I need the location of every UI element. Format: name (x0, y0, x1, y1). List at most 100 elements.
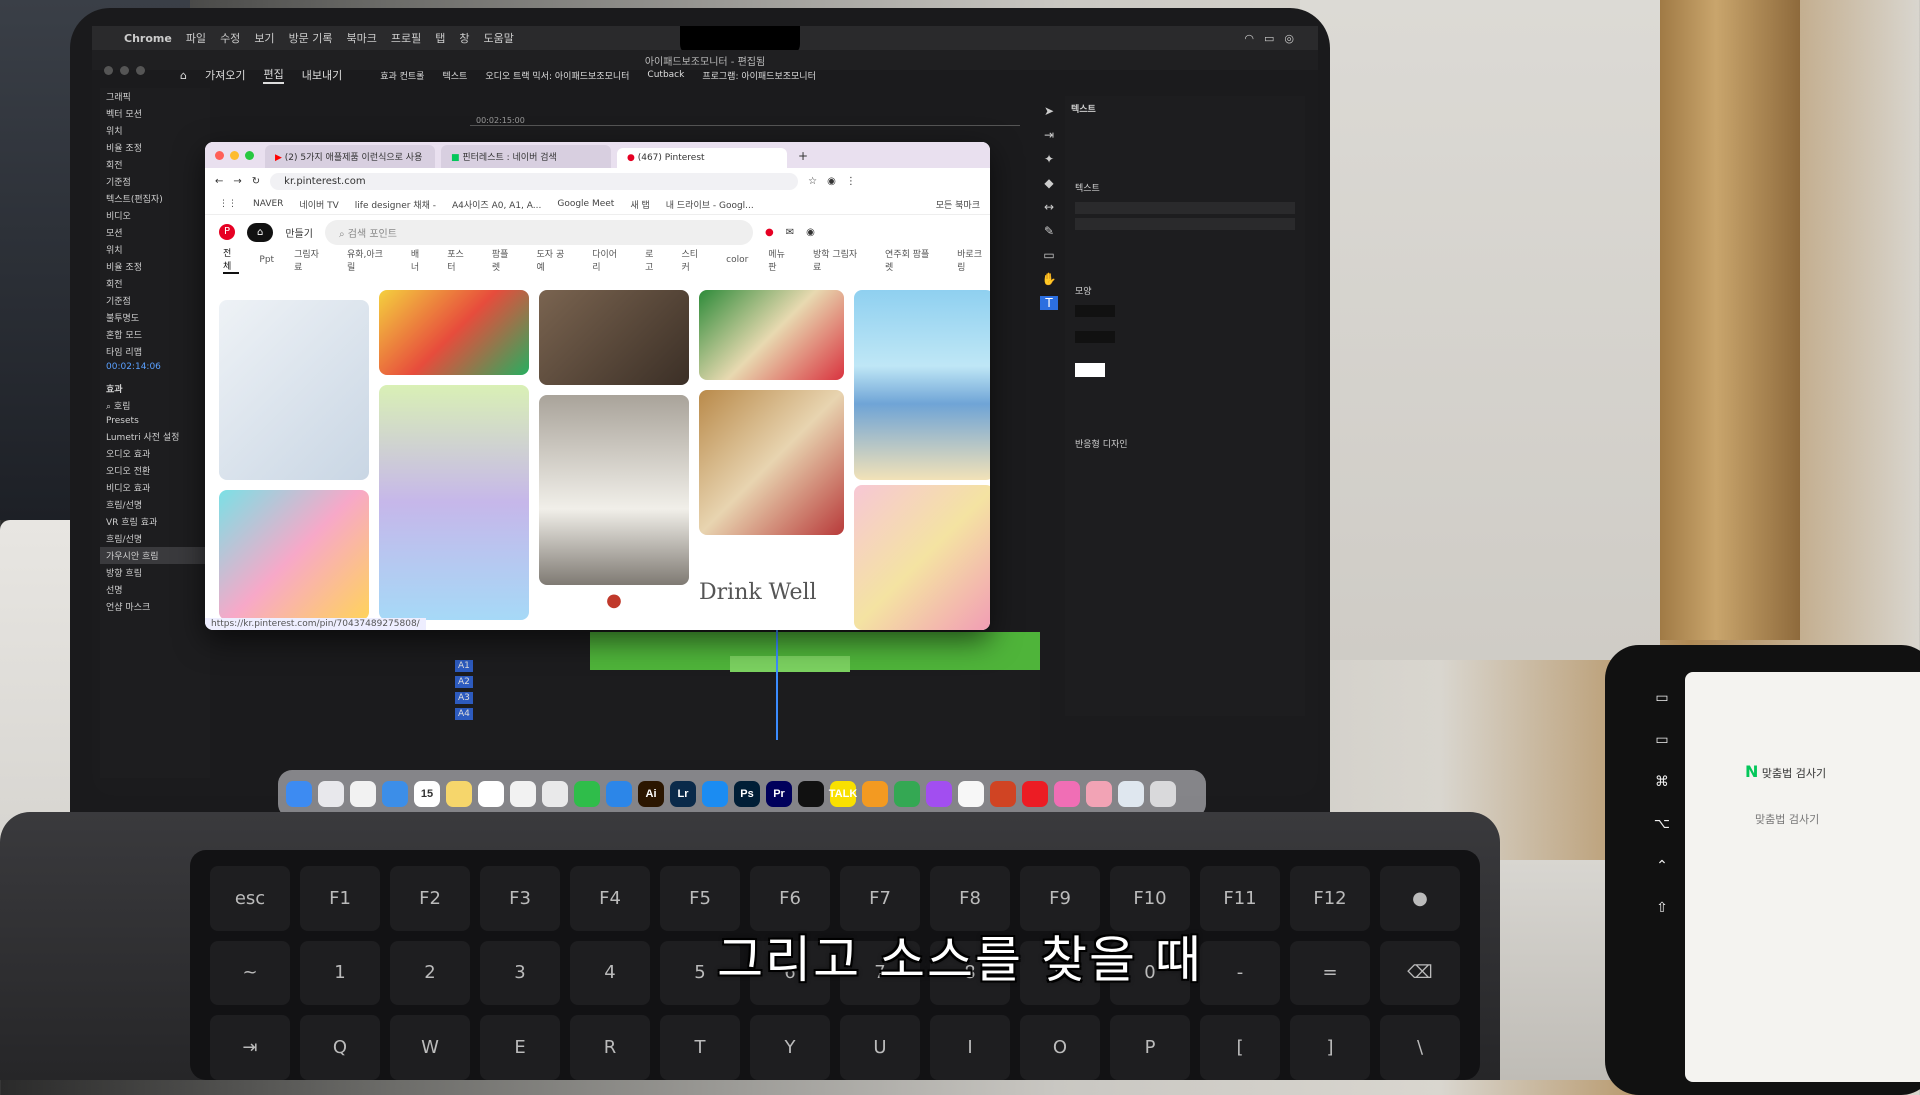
key[interactable]: W (390, 1015, 470, 1080)
notifications-icon[interactable]: ● (765, 227, 774, 238)
reminders-icon[interactable] (478, 781, 504, 807)
option-icon[interactable]: ⌥ (1654, 816, 1670, 832)
bookmark[interactable]: 내 드라이브 - Googl... (666, 198, 754, 211)
tablet-item[interactable]: 맞춤법 검사기 (1685, 781, 1920, 827)
illustrator-icon[interactable]: Ai (638, 781, 664, 807)
all-bookmarks[interactable]: 모든 북마크 (936, 198, 990, 211)
pin-interior[interactable] (539, 290, 689, 385)
nav-import[interactable]: 가져오기 (205, 67, 245, 83)
pin-brochure[interactable] (219, 300, 369, 480)
category-tab[interactable]: 연주회 팜플렛 (885, 247, 937, 273)
key[interactable]: ⇥ (210, 1015, 290, 1080)
zoom-dot[interactable] (245, 151, 254, 160)
track-label[interactable]: A3 (455, 692, 473, 704)
menubar-item[interactable]: 방문 기록 (289, 30, 333, 46)
key[interactable]: [ (1200, 1015, 1280, 1080)
tab-pinterest[interactable]: ● (467) Pinterest (617, 148, 787, 168)
powerpoint-icon[interactable] (990, 781, 1016, 807)
playhead[interactable] (776, 620, 778, 740)
effects-tree-item[interactable]: 오디오 전환 (100, 462, 210, 479)
panel-tab[interactable]: Cutback (647, 70, 684, 80)
finder-icon[interactable] (286, 781, 312, 807)
keynote-icon[interactable] (606, 781, 632, 807)
pin-drink-well[interactable]: Drink Well (699, 540, 844, 630)
forward-icon[interactable]: → (233, 176, 241, 187)
mail-icon[interactable] (542, 781, 568, 807)
category-tab[interactable]: 포스터 (447, 247, 472, 273)
folder-icon[interactable] (1118, 781, 1144, 807)
pin-painting[interactable] (379, 290, 529, 375)
panel-tab[interactable]: 프로그램: 아이패드보조모니터 (702, 69, 816, 82)
bookmark[interactable]: 네이버 TV (299, 198, 338, 211)
effect-item[interactable]: 그래픽 (100, 88, 210, 105)
control-center-icon[interactable]: ◎ (1284, 32, 1294, 45)
menubar-item[interactable]: 도움말 (484, 30, 514, 46)
panel-tab[interactable]: 오디오 트랙 믹서: 아이패드보조모니터 (485, 69, 629, 82)
pin-flowers-art[interactable] (219, 490, 369, 620)
panel-tab[interactable]: 효과 컨트롤 (380, 69, 424, 82)
track-label[interactable]: A1 (455, 660, 473, 672)
category-tab[interactable]: 유화,아크릴 (347, 247, 391, 273)
pin-anime[interactable] (854, 485, 990, 630)
category-tab[interactable]: 전체 (223, 246, 240, 274)
numbers-icon[interactable] (574, 781, 600, 807)
messages-icon[interactable]: ✉ (786, 227, 794, 238)
effects-search[interactable]: ⌕ 호림 (100, 397, 210, 414)
pin-watercolor[interactable] (379, 385, 529, 620)
lightroom-icon[interactable]: Lr (670, 781, 696, 807)
premiere-icon[interactable]: Pr (766, 781, 792, 807)
effect-item[interactable]: 불투명도 (100, 309, 210, 326)
pinterest-logo-icon[interactable]: P (219, 224, 235, 240)
category-tab[interactable]: 배너 (411, 247, 427, 273)
account-icon[interactable]: ◉ (806, 227, 815, 238)
textedit-icon[interactable] (510, 781, 536, 807)
close-dot[interactable] (215, 151, 224, 160)
control-icon[interactable]: ⌃ (1656, 858, 1668, 874)
key[interactable]: ] (1290, 1015, 1370, 1080)
section-title[interactable]: 텍스트 (1065, 121, 1305, 198)
profile-icon[interactable]: ◉ (827, 176, 836, 187)
capcut-icon[interactable] (798, 781, 824, 807)
effect-item[interactable]: 벡터 모션 (100, 105, 210, 122)
pin-fashion[interactable] (539, 395, 689, 585)
section-title[interactable]: 모양 (1065, 234, 1305, 301)
pen-icon[interactable]: ✎ (1044, 224, 1054, 238)
minimize-dot[interactable] (230, 151, 239, 160)
tab-naver[interactable]: ■ 핀터레스트 : 네이버 검색 (441, 145, 611, 168)
pinterest-search-input[interactable]: ⌕ 검색 포인트 (324, 219, 753, 245)
pencil-icon[interactable] (862, 781, 888, 807)
effect-item[interactable]: 위치 (100, 122, 210, 139)
pin-seaside[interactable] (854, 290, 990, 480)
pin-strawberry[interactable]: ● (539, 590, 689, 630)
tab-youtube[interactable]: ▶ (2) 5가지 애플제품 이런식으로 사용 (265, 145, 435, 168)
key[interactable]: Y (750, 1015, 830, 1080)
effects-tree-item[interactable]: 흐림/선명 (100, 496, 210, 513)
category-tab[interactable]: 스티커 (681, 247, 706, 273)
battery-icon[interactable]: ▭ (1264, 32, 1274, 45)
menubar-item[interactable]: 창 (459, 30, 469, 46)
command-icon[interactable]: ⌘ (1655, 774, 1669, 790)
app-icon[interactable] (926, 781, 952, 807)
effect-item[interactable]: 혼합 모드 (100, 326, 210, 343)
effect-item[interactable]: 타임 리맵 (100, 343, 210, 360)
menubar-item[interactable]: 파일 (186, 30, 206, 46)
effect-item[interactable]: 모션 (100, 224, 210, 241)
track-label[interactable]: A2 (455, 676, 473, 688)
reload-icon[interactable]: ↻ (252, 176, 260, 187)
show-menu-icon[interactable]: ▭ (1655, 690, 1668, 706)
menubar-item[interactable]: 북마크 (347, 30, 377, 46)
effects-tree-item[interactable]: 흐림/선명 (100, 530, 210, 547)
track-select-icon[interactable]: ⇥ (1044, 128, 1054, 142)
pin-bag[interactable] (699, 390, 844, 535)
zoom-dot[interactable] (136, 66, 145, 75)
pin-christmas[interactable] (699, 290, 844, 380)
effect-item[interactable]: 비율 조정 (100, 139, 210, 156)
category-tab[interactable]: 로고 (645, 247, 661, 273)
bookmark-star-icon[interactable]: ☆ (808, 176, 817, 187)
photos-icon[interactable] (958, 781, 984, 807)
bookmark[interactable]: 새 탭 (630, 198, 649, 211)
category-tab[interactable]: 바로크링 (957, 247, 990, 273)
apps-icon[interactable]: ⋮⋮ (219, 199, 237, 209)
track-label[interactable]: A4 (455, 708, 473, 720)
effects-tree-item[interactable]: Lumetri 사전 설정 (100, 428, 210, 445)
